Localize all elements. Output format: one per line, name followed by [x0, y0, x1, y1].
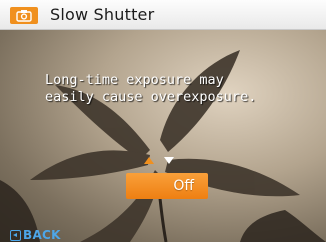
back-icon	[10, 229, 21, 241]
flower-photo	[0, 50, 326, 242]
slow-shutter-value-button[interactable]: Off	[126, 173, 208, 199]
back-button[interactable]: BACK	[10, 228, 61, 242]
option-arrows	[144, 155, 184, 165]
live-view-background: Long-time exposure may easily cause over…	[0, 30, 326, 242]
page-title: Slow Shutter	[50, 5, 155, 24]
arrow-down-icon[interactable]	[164, 157, 174, 164]
camera-icon	[10, 7, 38, 24]
title-bar: Slow Shutter	[0, 0, 326, 30]
warning-message: Long-time exposure may easily cause over…	[45, 72, 257, 105]
back-label: BACK	[23, 228, 61, 242]
camera-menu-screen: Slow Shutter Long-time exposure may easi…	[0, 0, 326, 242]
arrow-up-icon[interactable]	[144, 157, 154, 164]
